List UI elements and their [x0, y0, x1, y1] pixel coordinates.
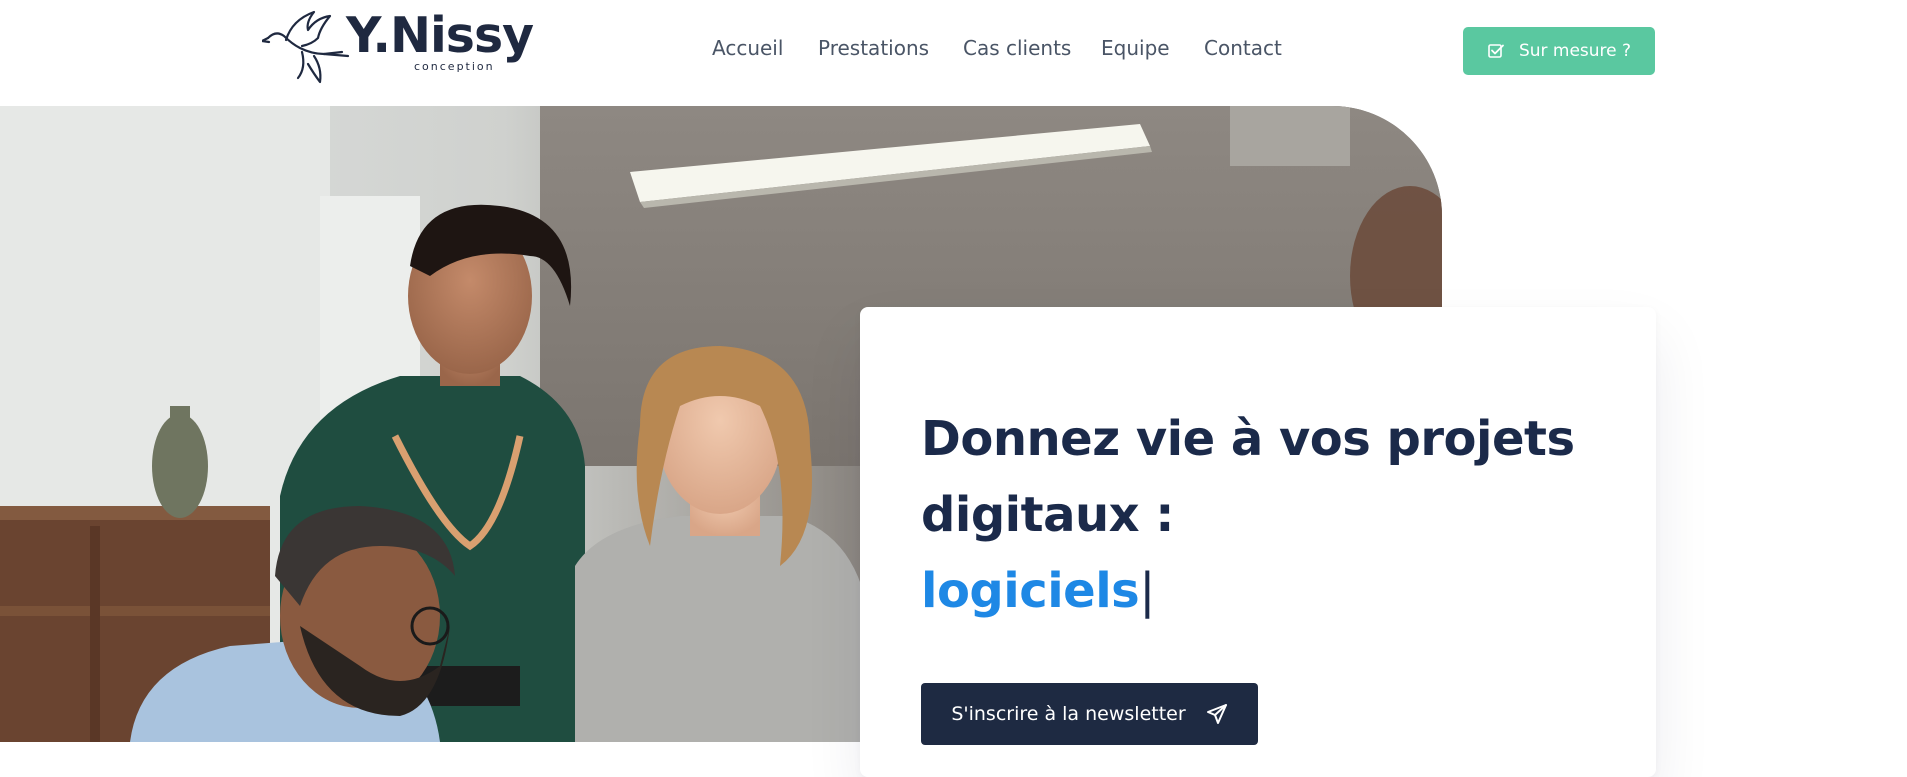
headline-line-1: Donnez vie à vos projets [921, 411, 1575, 467]
dove-logo-icon [262, 10, 350, 84]
headline-line-2: digitaux : [921, 487, 1175, 543]
checkbox-icon [1488, 44, 1504, 58]
hero-card: Donnez vie à vos projets digitaux : logi… [860, 307, 1656, 777]
newsletter-label: S'inscrire à la newsletter [951, 703, 1186, 725]
sur-mesure-button[interactable]: Sur mesure ? [1463, 27, 1655, 75]
brand-name: Y.Nissy [346, 7, 534, 64]
typed-word: logiciels [921, 563, 1140, 619]
sur-mesure-label: Sur mesure ? [1518, 41, 1632, 61]
brand-tagline: conception [414, 60, 495, 73]
paper-plane-icon [1206, 704, 1227, 724]
nav-item-cas-clients[interactable]: Cas clients [963, 36, 1071, 60]
nav-item-equipe[interactable]: Equipe [1101, 36, 1170, 60]
nav-item-contact[interactable]: Contact [1204, 36, 1282, 60]
hero-headline: Donnez vie à vos projets digitaux : logi… [921, 401, 1601, 629]
site-header: Y.Nissy conception Accueil Prestations C… [0, 0, 1907, 106]
newsletter-button[interactable]: S'inscrire à la newsletter [921, 683, 1258, 745]
nav-item-accueil[interactable]: Accueil [712, 36, 783, 60]
nav-item-prestations[interactable]: Prestations [818, 36, 929, 60]
typing-cursor: | [1139, 563, 1155, 619]
brand-logo[interactable]: Y.Nissy conception [262, 8, 534, 94]
